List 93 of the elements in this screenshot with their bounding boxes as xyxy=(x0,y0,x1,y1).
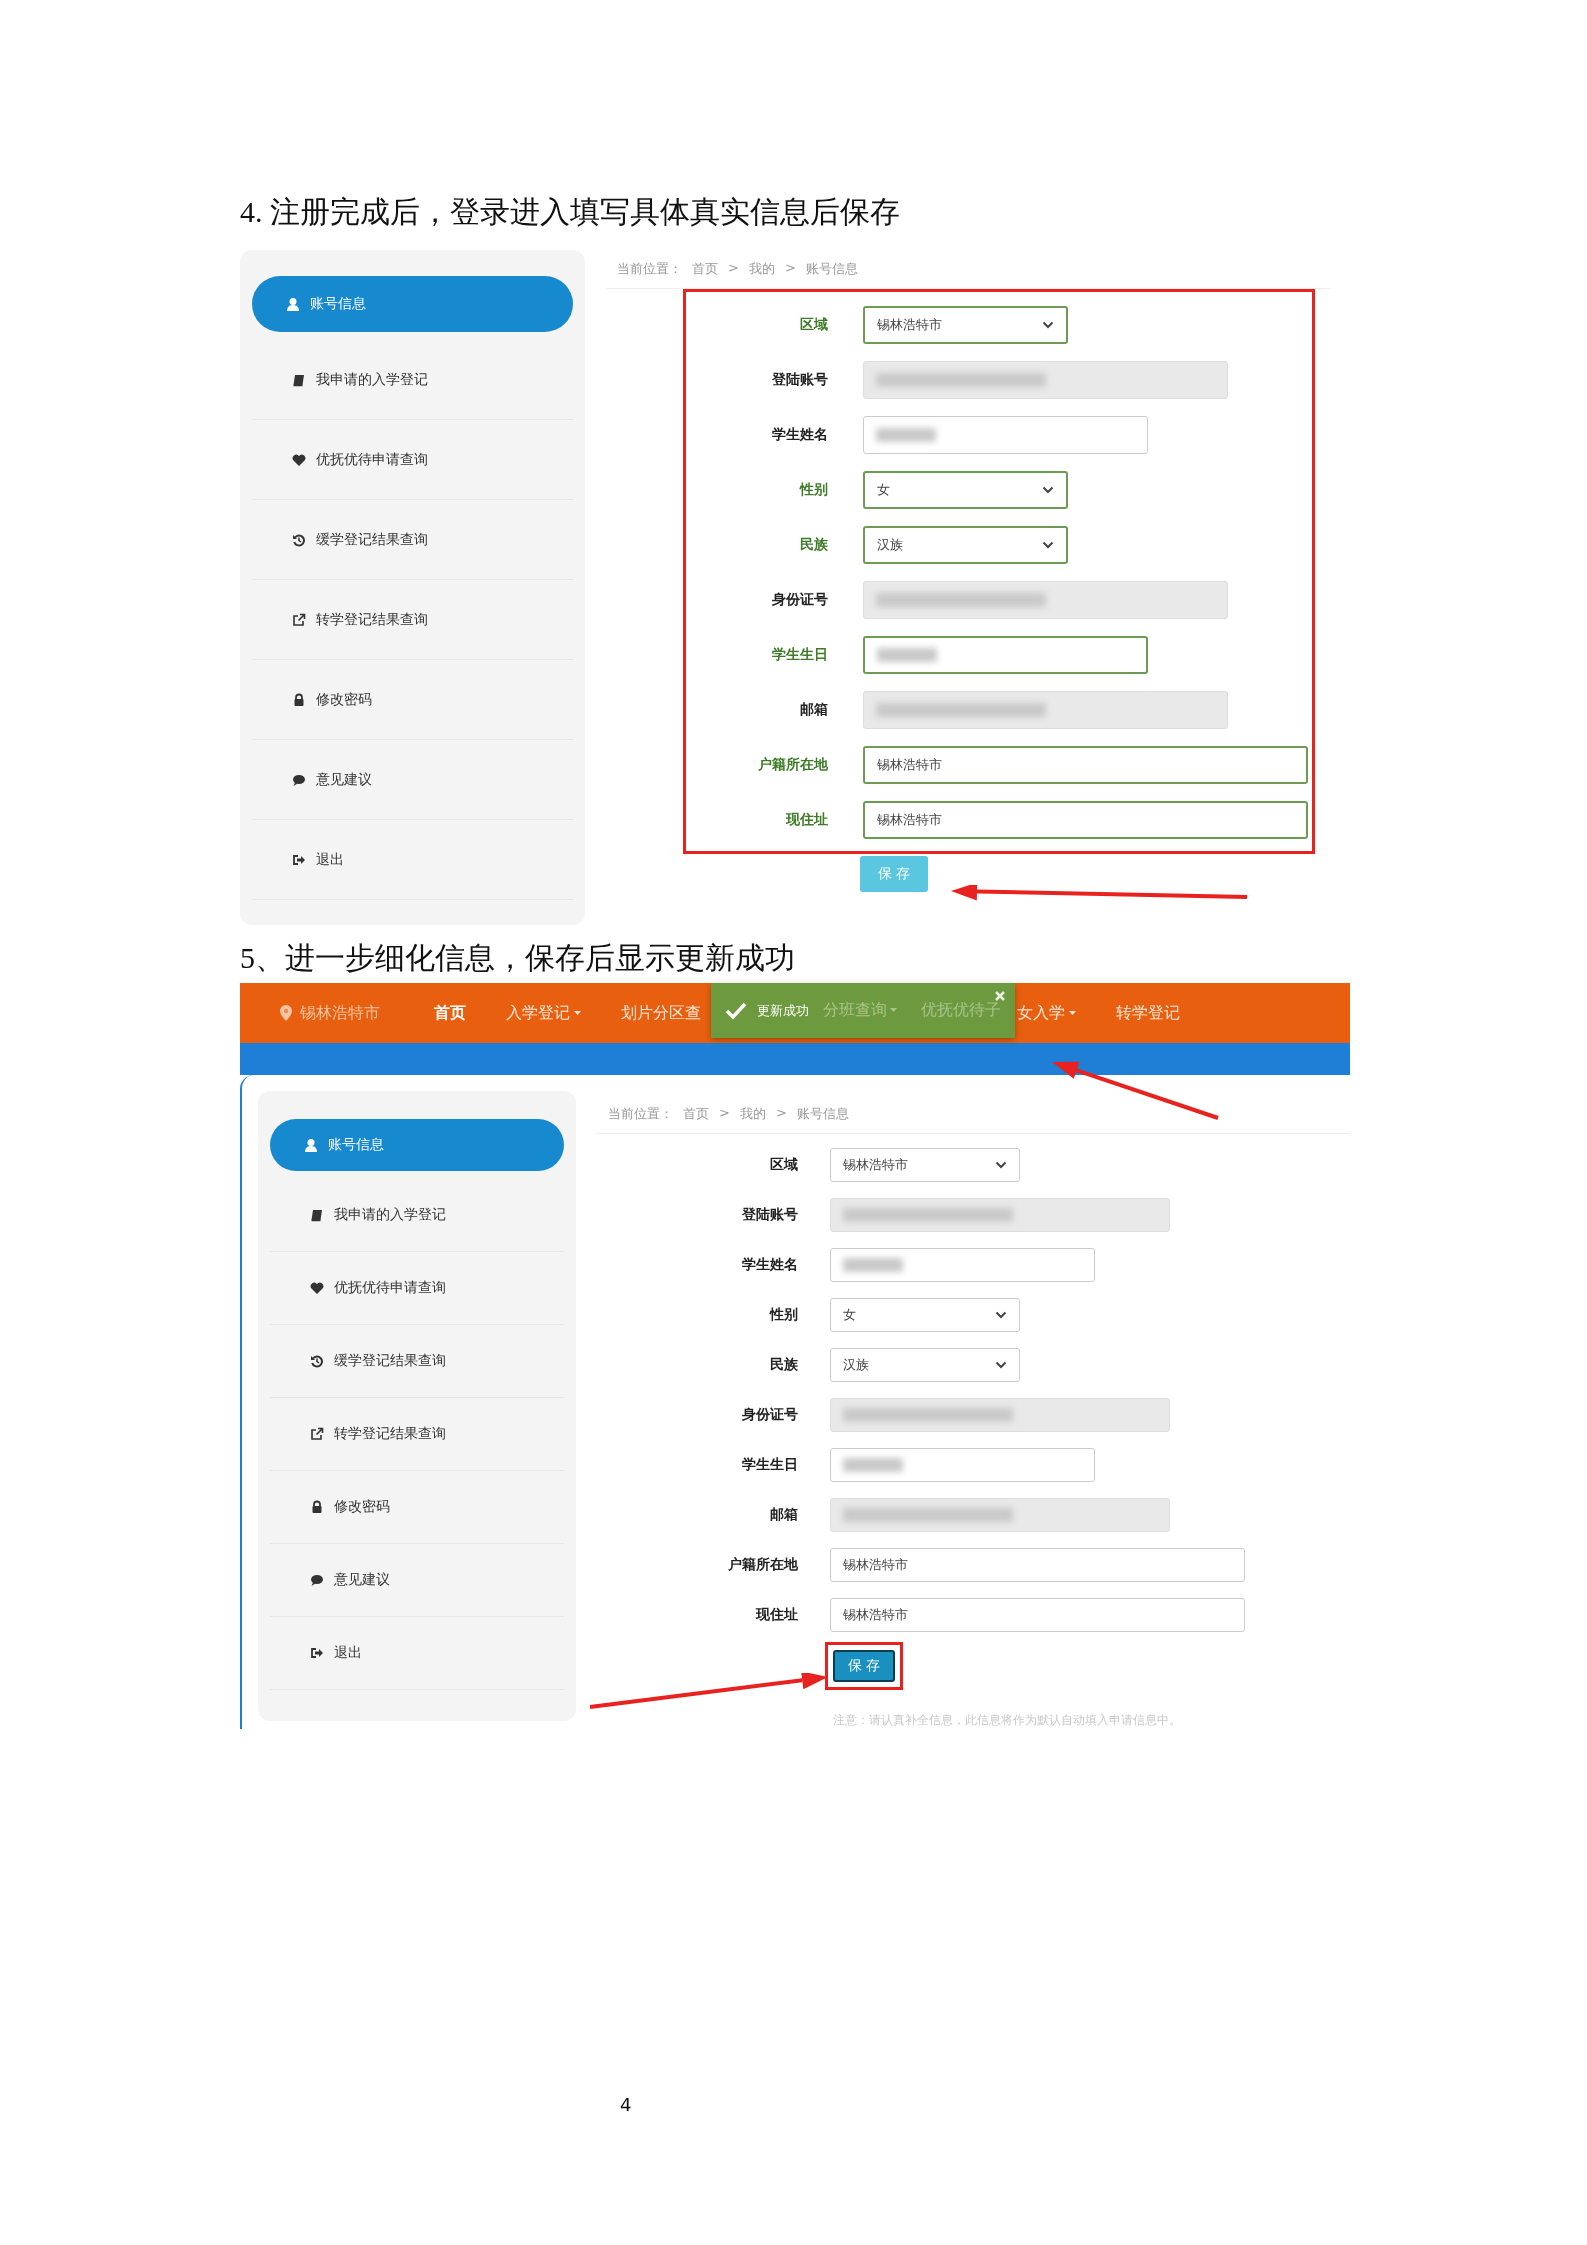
close-icon[interactable] xyxy=(995,991,1005,1001)
sidebar-item[interactable]: 意见建议 xyxy=(252,740,573,820)
blurred-value xyxy=(877,648,937,662)
blurred-value xyxy=(843,1258,903,1272)
toast-message: 更新成功 xyxy=(757,1001,809,1020)
step-heading: 4. 注册完成后，登录进入填写具体真实信息后保存 xyxy=(240,194,901,230)
caret-icon xyxy=(1042,486,1054,494)
sidebar-item[interactable]: 修改密码 xyxy=(270,1471,564,1544)
field-label: 学生生日 xyxy=(741,1456,798,1474)
field-label: 邮箱 xyxy=(799,701,828,719)
dropdown-caret-icon xyxy=(890,1008,897,1013)
sign-out-icon xyxy=(292,852,306,867)
input-field[interactable] xyxy=(830,1448,1095,1482)
lock-icon xyxy=(310,1500,324,1514)
select-field[interactable]: 女 xyxy=(863,471,1068,509)
checkmark-icon xyxy=(725,1001,747,1020)
sidebar-item[interactable]: 我申请的入学登记 xyxy=(252,340,573,420)
blurred-value xyxy=(843,1458,903,1472)
input-field[interactable] xyxy=(863,416,1148,454)
caret-icon xyxy=(995,1361,1007,1369)
caret-icon xyxy=(995,1161,1007,1169)
dropdown-caret-icon xyxy=(574,1010,581,1016)
select-field[interactable]: 女 xyxy=(830,1298,1020,1332)
field-label: 身份证号 xyxy=(741,1406,798,1424)
field-label: 性别 xyxy=(768,1306,798,1324)
sidebar-item[interactable]: 缓学登记结果查询 xyxy=(252,500,573,580)
caret-icon xyxy=(995,1311,1007,1319)
sidebar-item[interactable]: 账号信息 xyxy=(252,276,573,332)
sidebar-item[interactable]: 意见建议 xyxy=(270,1544,564,1617)
sidebar-item[interactable]: 账号信息 xyxy=(270,1119,564,1171)
history-icon xyxy=(310,1354,324,1368)
page-number: 4 xyxy=(620,2094,632,2115)
input-field[interactable] xyxy=(830,1248,1095,1282)
breadcrumb-label: 当前位置： xyxy=(608,1105,673,1123)
external-link-icon xyxy=(292,612,306,627)
input-field[interactable]: 锡林浩特市 xyxy=(830,1548,1245,1582)
field-label: 性别 xyxy=(798,481,828,499)
field-label: 区域 xyxy=(799,316,828,334)
sidebar-item[interactable]: 优抚优待申请查询 xyxy=(252,420,573,500)
select-field[interactable]: 汉族 xyxy=(863,526,1068,564)
input-field[interactable]: 锡林浩特市 xyxy=(863,801,1308,839)
speech-bubble-icon xyxy=(292,772,306,787)
select-field[interactable]: 锡林浩特市 xyxy=(830,1148,1020,1182)
blurred-value xyxy=(876,428,936,442)
breadcrumb-label: 当前位置： xyxy=(617,260,682,278)
user-icon xyxy=(286,297,300,311)
book-icon xyxy=(310,1208,324,1222)
breadcrumb-separator: > xyxy=(775,1105,787,1122)
breadcrumb-separator: > xyxy=(719,1105,730,1122)
field-label: 民族 xyxy=(799,536,828,554)
field-label: 户籍所在地 xyxy=(727,1556,798,1574)
field-label: 身份证号 xyxy=(771,591,828,609)
field-label: 民族 xyxy=(769,1356,798,1374)
field-label: 学生姓名 xyxy=(771,426,828,444)
field-label: 现住址 xyxy=(784,811,828,829)
breadcrumb-separator: > xyxy=(728,260,739,277)
breadcrumb-separator: > xyxy=(784,260,796,277)
field-label: 区域 xyxy=(769,1156,798,1174)
sidebar-item[interactable]: 退出 xyxy=(252,820,573,900)
field-label: 登陆账号 xyxy=(741,1206,798,1224)
lock-icon xyxy=(292,692,306,707)
location-pin-icon xyxy=(280,1005,292,1021)
field-label: 户籍所在地 xyxy=(757,756,828,774)
sidebar-item[interactable]: 退出 xyxy=(270,1617,564,1690)
select-field[interactable]: 锡林浩特市 xyxy=(863,306,1068,344)
save-button[interactable]: 保 存 xyxy=(833,1650,895,1682)
sidebar-item[interactable]: 转学登记结果查询 xyxy=(270,1398,564,1471)
sidebar-item[interactable]: 我申请的入学登记 xyxy=(270,1179,564,1252)
book-icon xyxy=(292,372,306,387)
speech-bubble-icon xyxy=(310,1573,324,1587)
input-field[interactable] xyxy=(863,636,1148,674)
sidebar-item[interactable]: 优抚优待申请查询 xyxy=(270,1252,564,1325)
caret-icon xyxy=(1042,541,1054,549)
heart-icon xyxy=(292,452,306,467)
sidebar-item[interactable]: 缓学登记结果查询 xyxy=(270,1325,564,1398)
caret-icon xyxy=(1042,321,1054,329)
step-heading: 5、进一步细化信息，保存后显示更新成功 xyxy=(240,940,796,976)
sign-out-icon xyxy=(310,1646,324,1660)
field-label: 学生生日 xyxy=(771,646,828,664)
external-link-icon xyxy=(310,1427,324,1441)
field-label: 学生姓名 xyxy=(741,1256,798,1274)
dropdown-caret-icon xyxy=(1069,1010,1076,1016)
select-field[interactable]: 汉族 xyxy=(830,1348,1020,1382)
sidebar-item[interactable]: 转学登记结果查询 xyxy=(252,580,573,660)
heart-icon xyxy=(310,1281,324,1295)
input-field[interactable]: 锡林浩特市 xyxy=(863,746,1308,784)
field-label: 现住址 xyxy=(754,1606,798,1624)
field-label: 登陆账号 xyxy=(771,371,828,389)
history-icon xyxy=(292,532,306,547)
user-icon xyxy=(304,1138,318,1152)
sidebar-item[interactable]: 修改密码 xyxy=(252,660,573,740)
input-field[interactable]: 锡林浩特市 xyxy=(830,1598,1245,1632)
field-label: 邮箱 xyxy=(769,1506,798,1524)
